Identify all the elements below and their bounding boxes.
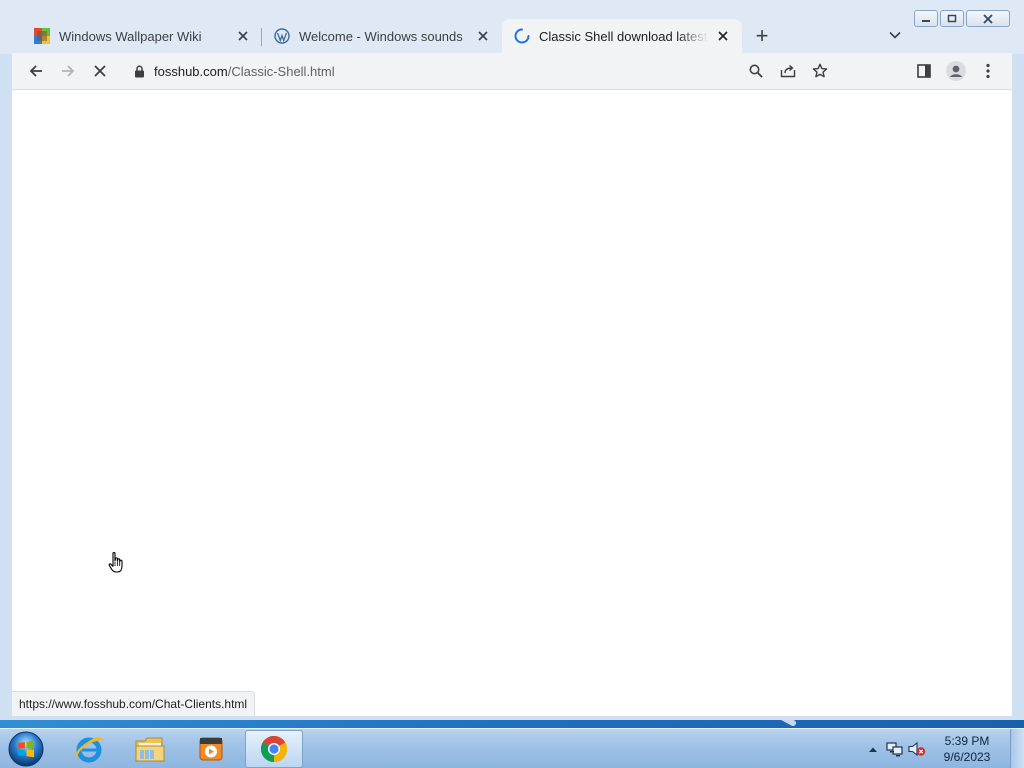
volume-tray-button[interactable] (906, 738, 928, 760)
forward-button[interactable] (54, 57, 82, 85)
media-player-icon (199, 737, 223, 761)
more-vertical-icon (986, 63, 990, 79)
browser-toolbar: fosshub.com/Classic-Shell.html (12, 53, 1012, 89)
side-panel-button[interactable] (908, 57, 940, 85)
search-icon (749, 64, 763, 78)
tab-list: Windows Wallpaper Wiki Welcome - Windows… (22, 19, 776, 53)
address-bar[interactable]: fosshub.com/Classic-Shell.html (124, 57, 836, 85)
show-hidden-icons-button[interactable] (862, 738, 884, 760)
maximize-button[interactable] (940, 10, 964, 27)
close-window-button[interactable] (966, 10, 1010, 27)
taskbar-google-chrome[interactable] (245, 730, 303, 768)
zoom-search-button[interactable] (740, 57, 772, 85)
start-button[interactable] (6, 730, 46, 768)
network-icon (886, 742, 903, 757)
taskbar-file-explorer[interactable] (121, 730, 179, 768)
chevron-down-icon (889, 31, 901, 39)
back-button[interactable] (22, 57, 50, 85)
share-button[interactable] (772, 57, 804, 85)
chrome-icon (260, 736, 288, 763)
tab-search-button[interactable] (886, 26, 904, 44)
system-tray: 5:39 PM 9/6/2023 (862, 729, 1024, 768)
stop-icon (94, 65, 106, 77)
show-desktop-button[interactable] (1010, 729, 1024, 768)
side-panel-icon (917, 64, 931, 78)
omnibox-actions (740, 57, 836, 85)
file-explorer-icon (135, 737, 165, 762)
profile-button[interactable] (940, 57, 972, 85)
browser-window: Windows Wallpaper Wiki Welcome - Windows… (0, 0, 1024, 720)
star-icon (812, 63, 828, 78)
url-text[interactable]: fosshub.com/Classic-Shell.html (154, 64, 335, 79)
url-path: /Classic-Shell.html (227, 63, 335, 79)
network-tray-button[interactable] (884, 738, 906, 760)
taskbar-media-player[interactable] (182, 730, 240, 768)
clock-date: 9/6/2023 (943, 750, 991, 764)
page-content[interactable]: https://www.fosshub.com/Chat-Clients.htm… (12, 89, 1012, 716)
taskbar-clock[interactable]: 5:39 PM 9/6/2023 (928, 733, 1006, 765)
tab-classic-shell-download[interactable]: Classic Shell download latest version (502, 19, 742, 53)
tab-title: Classic Shell download latest version (539, 28, 708, 44)
chrome-menu-button[interactable] (972, 57, 1004, 85)
profile-avatar-icon (946, 61, 966, 81)
minimize-button[interactable] (914, 10, 938, 27)
plus-icon: + (755, 23, 769, 48)
volume-muted-icon (908, 741, 926, 757)
tab-strip: Windows Wallpaper Wiki Welcome - Windows… (0, 0, 1024, 54)
new-tab-button[interactable]: + (748, 22, 776, 50)
url-domain: fosshub.com (154, 63, 228, 79)
hand-cursor-icon (108, 551, 126, 578)
close-icon (983, 13, 993, 24)
close-tab-icon[interactable] (234, 27, 252, 45)
close-tab-icon[interactable] (714, 27, 732, 45)
taskbar: 5:39 PM 9/6/2023 (0, 728, 1024, 768)
wordpress-icon (274, 28, 290, 44)
minimize-icon (922, 19, 930, 22)
tab-title: Welcome - Windows sounds (299, 28, 463, 44)
close-tab-icon[interactable] (474, 27, 492, 45)
tab-windows-wallpaper-wiki[interactable]: Windows Wallpaper Wiki (22, 19, 262, 53)
lock-icon[interactable] (124, 57, 154, 85)
share-icon (780, 64, 796, 78)
back-arrow-icon (29, 65, 42, 77)
bookmark-star-button[interactable] (804, 57, 836, 85)
clock-time: 5:39 PM (944, 734, 990, 748)
internet-explorer-icon (75, 737, 104, 763)
tab-title: Windows Wallpaper Wiki (59, 28, 202, 44)
link-status-bubble: https://www.fosshub.com/Chat-Clients.htm… (12, 691, 256, 716)
toolbar-actions (908, 57, 1004, 85)
loading-spinner-icon (514, 28, 530, 44)
windows-start-orb-icon (8, 731, 44, 767)
tab-welcome-windows-sounds[interactable]: Welcome - Windows sounds (261, 19, 502, 53)
wiki-favicon (34, 28, 50, 44)
forward-arrow-icon (62, 65, 75, 77)
chevron-up-icon (869, 747, 877, 752)
window-controls (914, 10, 1010, 28)
taskbar-internet-explorer[interactable] (60, 730, 118, 768)
stop-loading-button[interactable] (86, 57, 114, 85)
restore-icon (947, 14, 957, 23)
